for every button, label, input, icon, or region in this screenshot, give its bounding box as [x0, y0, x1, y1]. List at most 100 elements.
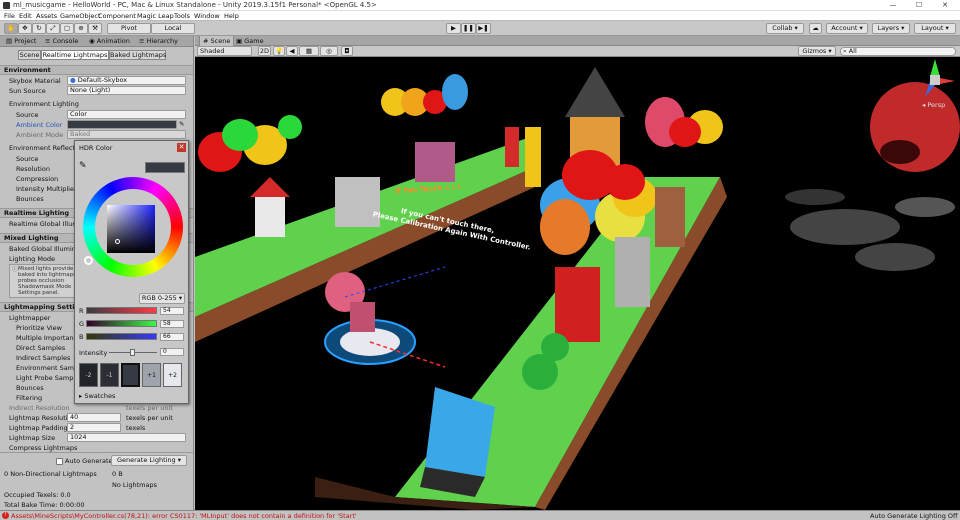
- exposure-swatch-minus-2[interactable]: -2: [79, 363, 98, 387]
- error-icon: !: [2, 512, 9, 519]
- transform-tool-button[interactable]: ⊕: [74, 23, 88, 34]
- intensity-slider-thumb[interactable]: [130, 349, 135, 356]
- info-icon: ⓘ: [12, 267, 18, 273]
- hand-tool-button[interactable]: ✋: [4, 23, 18, 34]
- scene-toolbar: Shaded 2D 💡 ◀ ▦ ◎ ◘ Gizmos ▾ ⌕ All: [195, 46, 960, 57]
- 2d-toggle[interactable]: 2D: [258, 46, 271, 56]
- maximize-button[interactable]: ☐: [906, 0, 932, 11]
- hierarchy-icon: ≡: [139, 37, 147, 45]
- menu-window[interactable]: Window: [194, 12, 220, 20]
- subtab-scene[interactable]: Scene: [18, 50, 41, 60]
- menu-component[interactable]: Component: [98, 12, 136, 20]
- main-toolbar: ✋ ✥ ↻ ⤢ ▢ ⊕ ⚒ Pivot Local ▶ ❚❚ ▶❚ Collab…: [0, 21, 960, 36]
- lighthouse: [505, 127, 519, 167]
- folder-icon: ▤: [6, 37, 15, 45]
- swatches-foldout[interactable]: ▸ Swatches: [79, 392, 115, 400]
- collab-button[interactable]: Collab ▾: [766, 23, 804, 34]
- b-input[interactable]: 66: [160, 333, 184, 341]
- sv-cursor[interactable]: [115, 239, 120, 244]
- intensity-input[interactable]: 0: [160, 348, 184, 356]
- menu-magic-leap[interactable]: Magic Leap: [137, 12, 174, 20]
- close-window-button[interactable]: ✕: [932, 0, 958, 11]
- tab-project[interactable]: ▤ Project: [3, 36, 39, 47]
- menu-tools[interactable]: Tools: [174, 12, 190, 20]
- refl-resolution-label: Resolution: [16, 165, 50, 173]
- rect-icon: ▢: [63, 24, 71, 32]
- env-lighting-label: Environment Lighting: [9, 100, 79, 108]
- effects-dropdown[interactable]: ▦: [299, 46, 319, 56]
- r-input[interactable]: 54: [160, 307, 184, 315]
- scale-tool-button[interactable]: ⤢: [46, 23, 60, 34]
- layers-dropdown[interactable]: Layers ▾: [872, 23, 910, 34]
- hidden-objects-button[interactable]: ◎: [320, 46, 338, 56]
- eyedropper-icon[interactable]: ✎: [179, 120, 184, 128]
- rotate-tool-button[interactable]: ↻: [32, 23, 46, 34]
- subtab-realtime-lightmaps[interactable]: Realtime Lightmaps: [41, 50, 109, 60]
- exposure-swatch-plus-1[interactable]: +1: [142, 363, 161, 387]
- tab-game[interactable]: ▣ Game: [233, 36, 267, 46]
- transform-icon: ⊕: [78, 24, 84, 32]
- step-button[interactable]: ▶❚: [476, 23, 491, 34]
- hdr-color-title: HDR Color: [79, 144, 113, 152]
- ambient-color-field[interactable]: [67, 120, 177, 129]
- g-input[interactable]: 58: [160, 320, 184, 328]
- tab-scene[interactable]: # Scene: [199, 36, 235, 46]
- lightmap-resolution-input[interactable]: 40: [67, 413, 121, 422]
- scene-camera-button[interactable]: ◘: [341, 46, 353, 56]
- generate-lighting-button[interactable]: Generate Lighting ▾: [111, 455, 187, 466]
- pause-button[interactable]: ❚❚: [461, 23, 476, 34]
- exposure-swatch-current[interactable]: [121, 363, 140, 387]
- menu-help[interactable]: Help: [224, 12, 239, 20]
- eyedropper-icon[interactable]: ✎: [79, 161, 87, 171]
- floor-shadow: [790, 209, 900, 245]
- layout-dropdown[interactable]: Layout ▾: [914, 23, 956, 34]
- close-icon[interactable]: ✕: [177, 143, 186, 152]
- play-button[interactable]: ▶: [446, 23, 461, 34]
- audio-toggle[interactable]: ◀: [286, 46, 298, 56]
- shading-mode-dropdown[interactable]: Shaded: [197, 46, 252, 56]
- menu-edit[interactable]: Edit: [19, 12, 32, 20]
- saturation-value-square[interactable]: [107, 205, 155, 253]
- menu-file[interactable]: File: [4, 12, 15, 20]
- b-slider[interactable]: [86, 333, 157, 340]
- local-toggle[interactable]: Local: [151, 23, 195, 34]
- gizmos-dropdown[interactable]: Gizmos ▾: [798, 46, 836, 56]
- lightmap-padding-input[interactable]: 2: [67, 423, 121, 432]
- hue-wheel[interactable]: [83, 177, 183, 277]
- pivot-toggle[interactable]: Pivot: [107, 23, 151, 34]
- tab-hierarchy[interactable]: ≡ Hierarchy: [136, 36, 181, 47]
- indirect-resolution-label: Indirect Resolution: [9, 404, 70, 412]
- no-lightmaps-text: No Lightmaps: [112, 481, 157, 489]
- indirect-resolution-unit: texels per unit: [126, 404, 173, 412]
- auto-generate-checkbox[interactable]: [56, 458, 63, 465]
- lightmap-size-dropdown[interactable]: 1024: [67, 433, 186, 442]
- status-error-message[interactable]: Assets\MineScripts\MyController.cs(78,21…: [11, 512, 357, 520]
- camera-icon: ◘: [344, 47, 350, 55]
- section-environment[interactable]: Environment: [0, 65, 193, 75]
- persp-label[interactable]: ◂ Persp: [922, 101, 945, 109]
- tab-animation[interactable]: ◉ Animation: [86, 36, 133, 47]
- menu-gameobject[interactable]: GameObject: [60, 12, 101, 20]
- scene-viewport[interactable]: If You Touch ↓↓↓ If you can't touch ther…: [195, 57, 960, 510]
- rect-tool-button[interactable]: ▢: [60, 23, 74, 34]
- subtab-baked-lightmaps[interactable]: Baked Lightmaps: [109, 50, 166, 60]
- effects-icon: ▦: [305, 47, 313, 55]
- color-mode-dropdown[interactable]: RGB 0-255 ▾: [139, 293, 185, 304]
- hue-cursor[interactable]: [84, 256, 93, 265]
- env-source-dropdown[interactable]: Color: [67, 110, 186, 119]
- exposure-swatch-plus-2[interactable]: +2: [163, 363, 182, 387]
- r-slider[interactable]: [86, 307, 157, 314]
- account-dropdown[interactable]: Account ▾: [826, 23, 868, 34]
- move-tool-button[interactable]: ✥: [18, 23, 32, 34]
- g-slider[interactable]: [86, 320, 157, 327]
- cloud-button[interactable]: ☁: [809, 23, 822, 34]
- tab-console[interactable]: ≡ Console: [42, 36, 81, 47]
- minimize-button[interactable]: —: [880, 0, 906, 11]
- exposure-swatch-minus-1[interactable]: -1: [100, 363, 119, 387]
- custom-tool-button[interactable]: ⚒: [88, 23, 102, 34]
- skybox-field[interactable]: ● Default-Skybox: [67, 76, 186, 85]
- menu-assets[interactable]: Assets: [36, 12, 57, 20]
- sun-source-field[interactable]: None (Light): [67, 86, 186, 95]
- scene-search-input[interactable]: ⌕ All: [840, 47, 956, 56]
- lighting-toggle[interactable]: 💡: [273, 46, 285, 56]
